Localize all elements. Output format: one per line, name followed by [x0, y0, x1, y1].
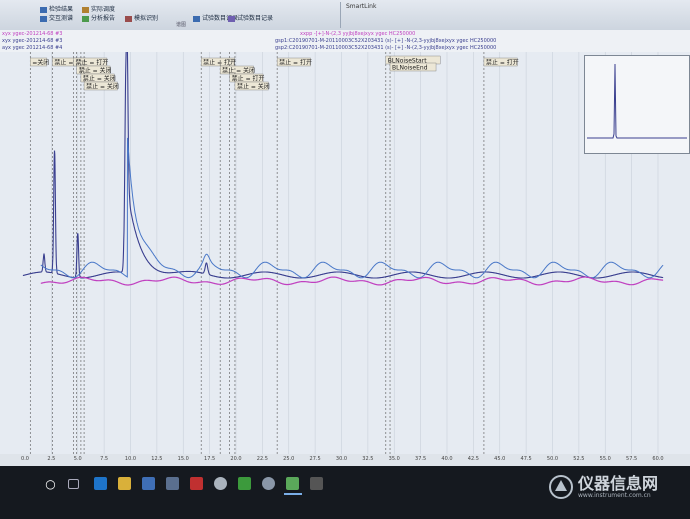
event-label: 禁止 = 打开 [232, 75, 265, 83]
event-label: 禁止 = 关闭 [79, 67, 112, 75]
legend-pink-left: xyx ygec-201214-68 #3 [2, 31, 63, 37]
search-circle-icon[interactable]: ○ [44, 477, 57, 491]
x-tick-label: 32.5 [362, 456, 374, 462]
x-tick-label: 50.0 [546, 456, 559, 462]
event-label: 禁止 = 关闭 [222, 67, 255, 75]
ribbon-button-7[interactable]: 试验数目记录 [228, 13, 273, 22]
smartlink-label[interactable]: SmartLink [346, 3, 376, 10]
overview-inset[interactable] [584, 55, 690, 154]
legend-right-1: gsp1:C20190701-M-20110003C52X203431 (s)-… [275, 38, 497, 44]
legend-left-1: xyx ygec-201214-68 #3 [2, 38, 63, 44]
toolbar-icon [82, 15, 89, 22]
toolbar-icon [40, 6, 47, 13]
x-tick-label: 12.5 [151, 456, 163, 462]
toolbar-icon [82, 6, 89, 13]
ribbon-button-4[interactable]: 分析报告 [82, 13, 115, 22]
legend-left-2: ayx ygec 201214-68 #4 [2, 45, 63, 51]
x-tick-label: 60.0 [652, 456, 664, 462]
watermark-logo-icon [549, 475, 573, 499]
overview-trace [587, 63, 687, 139]
overview-svg [587, 63, 687, 139]
event-label: 禁止 = 打开 [76, 59, 109, 67]
ribbon-separator [340, 2, 341, 28]
ribbon-toolbar: 检验结果 交互测谱 实际调度 分析报告 模拟识别 试验数目记录 试验数目记录 谱… [0, 0, 690, 31]
event-label: BLNoiseEnd [392, 65, 428, 72]
ribbon-button-3[interactable]: 实际调度 [82, 4, 115, 13]
app-icon-disc[interactable] [262, 477, 275, 490]
x-axis: 0.0 2.5 5.0 7.5 10.0 12.5 15.0 17.5 20.0 22.5 25.0… [0, 454, 690, 466]
event-label: 禁止 = 关闭 [86, 83, 119, 91]
file-explorer-icon[interactable] [118, 477, 131, 490]
app-icon-green[interactable] [238, 477, 251, 490]
watermark-url: www.instrument.com.cn [578, 492, 651, 499]
ribbon-button-2[interactable]: 交互测谱 [40, 13, 73, 22]
active-app-indicator [284, 493, 302, 495]
x-tick-label: 2.5 [47, 456, 56, 462]
x-tick-label: 17.5 [204, 456, 216, 462]
mail-icon[interactable] [166, 477, 179, 490]
x-tick-label: 15.0 [177, 456, 189, 462]
x-tick-label: 47.5 [520, 456, 532, 462]
x-tick-label: 27.5 [309, 456, 321, 462]
x-tick-label: 42.5 [467, 456, 479, 462]
x-tick-label: 5.0 [73, 456, 82, 462]
x-tick-label: 20.0 [230, 456, 242, 462]
x-tick-label: 45.0 [494, 456, 506, 462]
event-label: 禁止 = 打开 [486, 59, 519, 67]
x-tick-label: 25.0 [283, 456, 295, 462]
x-tick-label: 37.5 [415, 456, 427, 462]
event-label: 禁止 = 打开 [279, 59, 312, 67]
legend-top-pink: xxpp -[+]-N-(2,3 yyjbj8xejxyx ygec HC250… [300, 31, 416, 37]
event-label: 禁止 = 关闭 [237, 83, 270, 91]
toolbar-icon [125, 15, 132, 22]
x-tick-label: 22.5 [256, 456, 268, 462]
event-label: =关闭 [32, 59, 49, 67]
toolbar-icon [40, 15, 47, 22]
event-label: 禁止 = 关闭 [83, 75, 116, 83]
trace-magenta-series [40, 276, 664, 286]
ribbon-group-label: 谱图 [176, 22, 187, 28]
x-tick-label: 52.5 [573, 456, 585, 462]
x-tick-label: 55.0 [599, 456, 611, 462]
edge-browser-icon[interactable] [94, 477, 107, 490]
app-icon-red[interactable] [190, 477, 203, 490]
x-tick-label: 35.0 [388, 456, 400, 462]
ribbon-button-5[interactable]: 模拟识别 [125, 13, 158, 22]
store-icon[interactable] [142, 477, 155, 490]
x-tick-label: 7.5 [100, 456, 109, 462]
chromatography-app-icon[interactable] [286, 477, 299, 490]
x-tick-label: 30.0 [335, 456, 348, 462]
watermark-title: 仪器信息网 [578, 474, 659, 493]
event-label: 禁止 = 打开 [203, 59, 236, 67]
toolbar-icon [228, 15, 235, 22]
trace-blue-series [40, 137, 664, 279]
legend-right-2: gsp2:C20190701-M-20110003C52X203431 (s)-… [275, 45, 497, 51]
app-icon-grey[interactable] [214, 477, 227, 490]
x-tick-label: 57.5 [626, 456, 638, 462]
event-markers: =关闭 禁止 = 关闭禁止 = 打开禁止 = 关闭禁止 = 关闭禁止 = 关闭禁止… [29, 52, 659, 454]
x-tick-label: 0.0 [21, 456, 29, 462]
x-tick-label: 40.0 [441, 456, 453, 462]
task-view-icon[interactable] [68, 479, 79, 489]
toolbar-icon [193, 15, 200, 22]
x-tick-label: 10.0 [124, 456, 137, 462]
calculator-icon[interactable] [310, 477, 323, 490]
trace-legend: xyx ygec-201214-68 #3 xyx ygec-201214-68… [0, 30, 690, 52]
ribbon-button-1[interactable]: 检验结果 [40, 4, 73, 13]
